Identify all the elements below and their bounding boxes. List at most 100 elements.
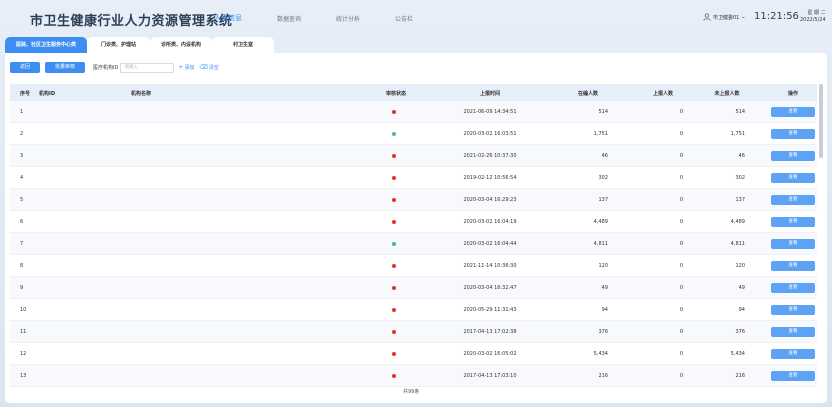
- row-unreported: 46: [738, 153, 745, 159]
- row-reported: 0: [679, 219, 683, 225]
- row-report-time: 2021-06-09 14:34:51: [463, 109, 517, 115]
- category-tabs: 医院、社区卫生服务中心类 门诊类、护理站 诊所类、内设机构 村卫生室: [5, 37, 274, 53]
- row-reported: 0: [679, 263, 683, 269]
- row-index: 1: [20, 109, 24, 115]
- view-button[interactable]: 查看: [771, 371, 815, 381]
- view-button[interactable]: 查看: [771, 283, 815, 293]
- row-report-time: 2021-02-26 10:37:30: [463, 153, 517, 159]
- row-report-time: 2020-03-04 16:29:23: [463, 197, 517, 203]
- view-button[interactable]: 查看: [771, 261, 815, 271]
- col-org-name: 机构名称: [131, 91, 152, 97]
- col-report-time: 上报时间: [479, 91, 500, 97]
- status-dot: [392, 374, 396, 378]
- table-header: 序号 机构ID 机构名称 审核状态 上报时间 在编人数 上报人数 未上报人数 操…: [10, 84, 817, 101]
- view-button[interactable]: 查看: [771, 129, 815, 139]
- row-reported: 0: [679, 131, 683, 137]
- row-onjob: 49: [601, 285, 608, 291]
- row-unreported: 49: [738, 285, 745, 291]
- row-index: 7: [20, 241, 24, 247]
- row-unreported: 5,434: [730, 351, 745, 357]
- view-button[interactable]: 查看: [771, 195, 815, 205]
- main-nav: 人事信息 数据查询 统计分析 公告栏: [214, 14, 448, 23]
- row-index: 13: [20, 373, 27, 379]
- row-report-time: 2017-04-13 17:03:10: [463, 373, 517, 379]
- status-dot: [392, 352, 396, 356]
- row-index: 3: [20, 153, 24, 159]
- status-dot: [392, 132, 396, 136]
- nav-notice[interactable]: 公告栏: [395, 14, 413, 23]
- status-dot: [392, 198, 396, 202]
- row-unreported: 302: [735, 175, 745, 181]
- col-reported: 上报人数: [652, 91, 673, 97]
- row-unreported: 4,489: [730, 219, 745, 225]
- tab-outpatient[interactable]: 门诊类、护理站: [87, 37, 150, 53]
- nav-data-query[interactable]: 数据查询: [277, 14, 301, 23]
- row-report-time: 2017-04-13 17:02:38: [463, 329, 517, 335]
- user-menu[interactable]: 市卫健委01 ⌄: [703, 13, 746, 21]
- row-index: 5: [20, 197, 24, 203]
- table-row: 1 2021-06-09 14:34:51 514 0 514 查看: [10, 101, 817, 123]
- nav-personnel[interactable]: 人事信息: [214, 13, 242, 23]
- row-onjob: 514: [598, 109, 608, 115]
- row-report-time: 2020-03-02 16:04:19: [463, 219, 517, 225]
- tab-clinic[interactable]: 诊所类、内设机构: [150, 37, 212, 53]
- row-reported: 0: [679, 307, 683, 313]
- view-button[interactable]: 查看: [771, 151, 815, 161]
- view-button[interactable]: 查看: [771, 349, 815, 359]
- status-dot: [392, 264, 396, 268]
- view-button[interactable]: 查看: [771, 239, 815, 249]
- row-reported: 0: [679, 329, 683, 335]
- table-row: 5 2020-03-04 16:29:23 137 0 137 查看: [10, 189, 817, 211]
- table-row: 12 2020-03-02 16:05:02 5,434 0 5,434 查看: [10, 343, 817, 365]
- row-index: 8: [20, 263, 24, 269]
- scrollbar[interactable]: [819, 84, 823, 158]
- row-unreported: 216: [735, 373, 745, 379]
- view-button[interactable]: 查看: [771, 327, 815, 337]
- table-row: 9 2020-03-04 16:32:47 49 0 49 查看: [10, 277, 817, 299]
- table-row: 6 2020-03-02 16:04:19 4,489 0 4,489 查看: [10, 211, 817, 233]
- row-index: 10: [20, 307, 27, 313]
- org-id-label: 医疗机构ID: [93, 65, 119, 71]
- view-button[interactable]: 查看: [771, 107, 815, 117]
- tab-village[interactable]: 村卫生室: [212, 37, 274, 53]
- view-button[interactable]: 查看: [771, 173, 815, 183]
- status-dot: [392, 308, 396, 312]
- row-reported: 0: [679, 175, 683, 181]
- top-header: 市卫生健康行业人力资源管理系统 人事信息 数据查询 统计分析 公告栏 市卫健委0…: [0, 0, 832, 34]
- row-unreported: 376: [735, 329, 745, 335]
- user-name: 市卫健委01: [713, 14, 740, 21]
- user-icon: [703, 13, 711, 21]
- nav-statistics[interactable]: 统计分析: [336, 14, 360, 23]
- table-row: 2 2020-03-02 16:03:51 1,751 0 1,751 查看: [10, 123, 817, 145]
- clear-label: 清空: [208, 65, 219, 71]
- col-onjob: 在编人数: [577, 91, 598, 97]
- status-dot: [392, 110, 396, 114]
- row-report-time: 2020-03-02 16:04:44: [463, 241, 517, 247]
- row-report-time: 2020-03-02 16:03:51: [463, 131, 517, 137]
- row-onjob: 4,489: [593, 219, 608, 225]
- app-title: 市卫生健康行业人力资源管理系统: [30, 14, 233, 29]
- row-report-time: 2020-03-04 16:32:47: [463, 285, 517, 291]
- table-row: 13 2017-04-13 17:03:10 216 0 216 查看: [10, 365, 817, 387]
- view-button[interactable]: 查看: [771, 217, 815, 227]
- row-reported: 0: [679, 351, 683, 357]
- status-dot: [392, 286, 396, 290]
- status-dot: [392, 330, 396, 334]
- row-unreported: 4,811: [730, 241, 745, 247]
- row-index: 12: [20, 351, 27, 357]
- view-button[interactable]: 查看: [771, 305, 815, 315]
- table-row: 11 2017-04-13 17:02:38 376 0 376 查看: [10, 321, 817, 343]
- table-row: 10 2020-05-29 11:31:43 94 0 94 查看: [10, 299, 817, 321]
- batch-review-button[interactable]: 批量审核: [45, 62, 85, 73]
- org-id-input[interactable]: [120, 62, 175, 73]
- add-link[interactable]: + 添加: [178, 64, 194, 71]
- row-reported: 0: [679, 153, 683, 159]
- row-reported: 0: [679, 109, 683, 115]
- table-row: 3 2021-02-26 10:37:30 46 0 46 查看: [10, 145, 817, 167]
- back-button[interactable]: 返回: [10, 62, 40, 73]
- tab-hospital[interactable]: 医院、社区卫生服务中心类: [5, 37, 87, 53]
- clear-link[interactable]: ⌫ 清空: [199, 64, 219, 71]
- clock: 11:21:56: [754, 11, 799, 22]
- table-row: 7 2020-03-02 16:04:44 4,811 0 4,811 查看: [10, 233, 817, 255]
- table-row: 4 2019-02-12 10:56:54 302 0 302 查看: [10, 167, 817, 189]
